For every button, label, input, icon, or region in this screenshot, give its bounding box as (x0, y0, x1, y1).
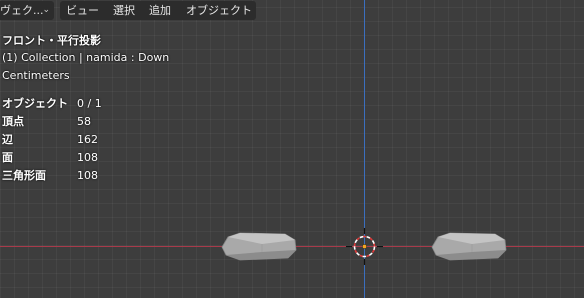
view-name: フロント・平行投影 (2, 34, 101, 47)
stat-value: 58 (77, 115, 91, 128)
menu-object[interactable]: オブジェクト (186, 1, 252, 20)
menu-view[interactable]: ビュー (66, 1, 99, 20)
mesh-object-left[interactable] (221, 232, 297, 261)
stat-label: 辺 (2, 133, 13, 146)
header-menu: ビュー 選択 追加 オブジェクト (60, 1, 256, 20)
menu-select[interactable]: 選択 (113, 1, 135, 20)
menu-add[interactable]: 追加 (149, 1, 171, 20)
3d-viewport[interactable]: ヴェク... ⌄ ビュー 選択 追加 オブジェクト フロント・平行投影 (1) … (0, 0, 584, 298)
chevron-down-icon: ⌄ (42, 5, 50, 15)
mode-dropdown[interactable]: ヴェク... ⌄ (0, 1, 54, 20)
stat-value: 162 (77, 133, 98, 146)
stat-label: 三角形面 (2, 169, 46, 182)
units-label: Centimeters (2, 69, 70, 82)
stat-label: 頂点 (2, 115, 24, 128)
stat-label: オブジェクト (2, 97, 68, 110)
stat-value: 108 (77, 169, 98, 182)
mesh-object-right[interactable] (431, 232, 507, 261)
stat-value: 0 / 1 (77, 97, 102, 110)
origin-point-icon (361, 244, 367, 250)
collection-info: (1) Collection | namida : Down (2, 51, 170, 64)
viewport-header: ヴェク... ⌄ ビュー 選択 追加 オブジェクト (0, 0, 584, 21)
stat-label: 面 (2, 151, 13, 164)
mode-label: ヴェク... (0, 4, 44, 17)
stat-value: 108 (77, 151, 98, 164)
